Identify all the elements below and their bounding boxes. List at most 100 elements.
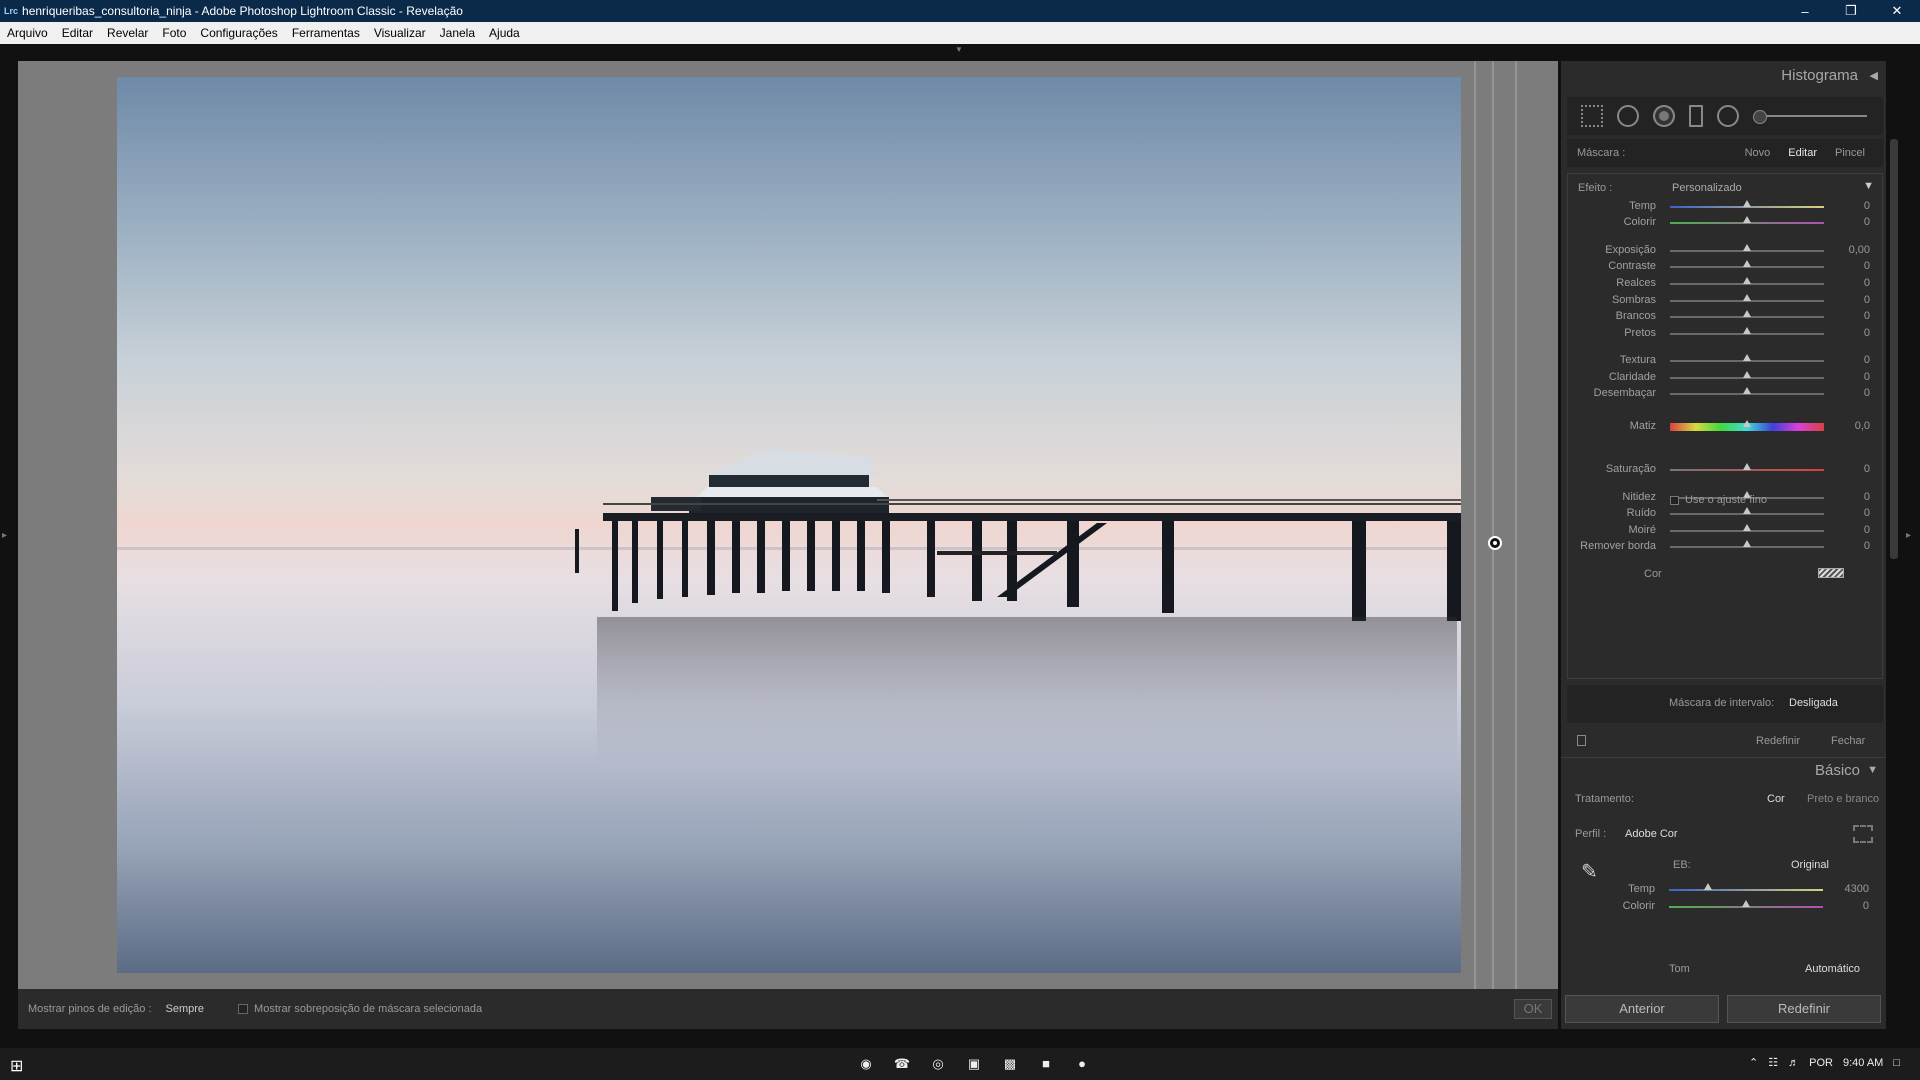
slider-knob[interactable] (1743, 420, 1751, 427)
ok-button[interactable]: OK (1514, 999, 1552, 1019)
profile-browser-icon[interactable] (1853, 825, 1873, 843)
slider-value[interactable]: 0 (1864, 294, 1870, 306)
slider-value[interactable]: 4300 (1845, 883, 1869, 895)
slider-value[interactable]: 0 (1864, 371, 1870, 383)
slider-value[interactable]: 0 (1864, 524, 1870, 536)
chrome-app-icon[interactable]: ◎ (920, 1054, 956, 1074)
zoom-app-icon[interactable]: ◉ (848, 1054, 884, 1074)
maximize-button[interactable]: ❐ (1828, 3, 1874, 19)
menu-janela[interactable]: Janela (433, 26, 482, 40)
slider-knob[interactable] (1743, 540, 1751, 547)
slider-value[interactable]: 0 (1864, 463, 1870, 475)
overlay-checkbox[interactable] (238, 1004, 249, 1014)
slider-value[interactable]: 0 (1864, 260, 1870, 272)
menu-foto[interactable]: Foto (155, 26, 193, 40)
reset-button[interactable]: Redefinir (1727, 995, 1881, 1023)
slider-value[interactable]: 0 (1864, 327, 1870, 339)
histogram-title[interactable]: Histograma (1781, 67, 1858, 84)
start-icon[interactable]: ⊞ (10, 1056, 23, 1076)
slider-value[interactable]: 0 (1864, 387, 1870, 399)
slider-value[interactable]: 0 (1864, 507, 1870, 519)
panel-scrollbar[interactable] (1890, 139, 1898, 559)
network-icon[interactable]: ☷ (1768, 1056, 1778, 1069)
slider-12[interactable]: Saturação 0 (1568, 461, 1884, 479)
slider-10[interactable]: Desembaçar 0 (1568, 385, 1884, 403)
slider-6[interactable]: Brancos 0 (1568, 308, 1884, 326)
slider-knob[interactable] (1743, 200, 1751, 207)
mask-edit[interactable]: Editar (1788, 147, 1817, 159)
pins-dropdown[interactable]: Sempre (166, 1003, 205, 1015)
slider-knob[interactable] (1743, 277, 1751, 284)
slider-value[interactable]: 0 (1864, 310, 1870, 322)
previous-button[interactable]: Anterior (1565, 995, 1719, 1023)
slider-knob[interactable] (1743, 216, 1751, 223)
slider-value[interactable]: 0 (1864, 277, 1870, 289)
tray-overflow-icon[interactable]: ⌃ (1749, 1056, 1758, 1069)
menu-configuracoes[interactable]: Configurações (193, 26, 284, 40)
lightroom-app-icon[interactable]: ▩ (992, 1054, 1028, 1074)
top-panel-toggle-icon[interactable]: ▼ (952, 46, 966, 54)
slider-knob[interactable] (1743, 507, 1751, 514)
effect-dropdown[interactable]: Personalizado (1672, 182, 1742, 194)
fine-adjust[interactable]: Use o ajuste fino (1670, 494, 1767, 506)
menu-editar[interactable]: Editar (55, 26, 100, 40)
mask-new[interactable]: Novo (1745, 147, 1771, 159)
auto-button[interactable]: Automático (1805, 963, 1860, 975)
edit-pin[interactable] (1488, 536, 1502, 550)
volume-icon[interactable]: ♬ (1788, 1057, 1799, 1069)
slider-knob[interactable] (1743, 310, 1751, 317)
basic-collapse-icon[interactable]: ▼ (1867, 764, 1878, 776)
fine-adjust-checkbox[interactable] (1670, 495, 1679, 505)
range-mask-dropdown[interactable]: Desligada (1789, 697, 1838, 709)
language-indicator[interactable]: POR (1809, 1057, 1833, 1069)
whatsapp-app-icon[interactable]: ☎ (884, 1054, 920, 1074)
slider-value[interactable]: 0 (1864, 200, 1870, 212)
image-canvas[interactable] (18, 61, 1558, 989)
brush-slider[interactable] (1753, 110, 1867, 124)
profile-dropdown[interactable]: Adobe Cor (1625, 828, 1678, 840)
paint-app-icon[interactable]: ● (1064, 1054, 1100, 1074)
radial-filter-icon[interactable] (1717, 105, 1739, 127)
slider-value[interactable]: 0 (1864, 354, 1870, 366)
graduated-filter-icon[interactable] (1689, 105, 1703, 127)
color-swatch[interactable] (1818, 568, 1844, 578)
effect-collapse-icon[interactable]: ▼ (1863, 180, 1874, 192)
basic-slider-0[interactable]: Temp 4300 (1567, 881, 1883, 899)
menu-visualizar[interactable]: Visualizar (367, 26, 433, 40)
menu-arquivo[interactable]: Arquivo (0, 26, 55, 40)
mask-brush[interactable]: Pincel (1835, 147, 1865, 159)
minimize-button[interactable]: – (1782, 4, 1828, 19)
right-panel-toggle-icon[interactable]: ▸ (1906, 530, 1911, 541)
red-eye-icon[interactable] (1653, 105, 1675, 127)
camtasia-app-icon[interactable]: ■ (1028, 1054, 1064, 1074)
menu-ferramentas[interactable]: Ferramentas (285, 26, 367, 40)
treatment-color[interactable]: Cor (1767, 793, 1785, 805)
slider-value[interactable]: 0 (1864, 491, 1870, 503)
slider-knob[interactable] (1743, 327, 1751, 334)
notifications-icon[interactable]: □ (1893, 1057, 1900, 1069)
slider-11[interactable]: Matiz 0,0 (1568, 418, 1884, 436)
slider-value[interactable]: 0,00 (1849, 244, 1870, 256)
slider-knob[interactable] (1743, 371, 1751, 378)
slider-value[interactable]: 0,0 (1855, 420, 1870, 432)
slider-14[interactable]: Ruído 0 (1568, 505, 1884, 523)
menu-ajuda[interactable]: Ajuda (482, 26, 527, 40)
slider-knob[interactable] (1743, 354, 1751, 361)
slider-knob[interactable] (1743, 463, 1751, 470)
photo-preview[interactable] (117, 77, 1461, 973)
clock[interactable]: 9:40 AM (1843, 1057, 1883, 1069)
slider-16[interactable]: Remover borda 0 (1568, 538, 1884, 556)
slider-knob[interactable] (1703, 883, 1712, 890)
basic-slider-1[interactable]: Colorir 0 (1567, 898, 1883, 916)
slider-knob[interactable] (1743, 294, 1751, 301)
mask-close-button[interactable]: Fechar (1831, 735, 1865, 747)
slider-value[interactable]: 0 (1863, 900, 1869, 912)
slider-value[interactable]: 0 (1864, 216, 1870, 228)
close-button[interactable]: ✕ (1874, 3, 1920, 19)
slider-7[interactable]: Pretos 0 (1568, 325, 1884, 343)
slider-3[interactable]: Contraste 0 (1568, 258, 1884, 276)
basic-header[interactable]: Básico ▼ (1561, 757, 1886, 783)
wb-dropdown[interactable]: Original (1791, 859, 1829, 871)
slider-knob[interactable] (1743, 387, 1751, 394)
slider-track[interactable] (1669, 889, 1823, 891)
